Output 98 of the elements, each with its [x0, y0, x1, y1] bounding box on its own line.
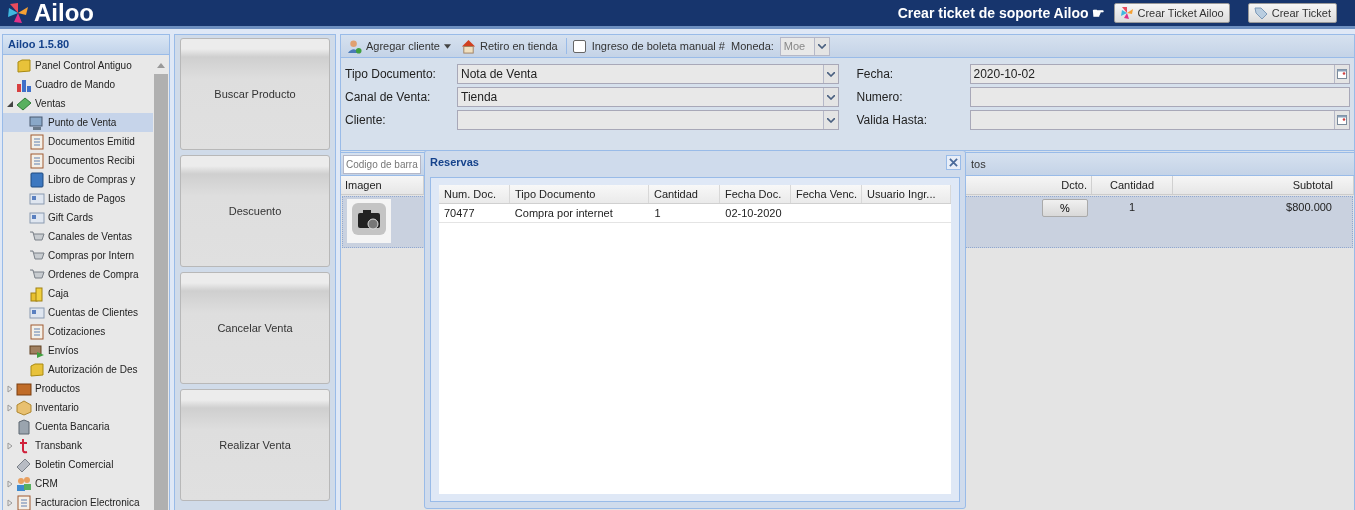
person-add-icon — [347, 38, 362, 54]
calendar-icon[interactable] — [1337, 115, 1347, 125]
sidebar-item[interactable]: CRM — [3, 474, 153, 493]
sidebar-item[interactable]: Listado de Pagos — [3, 189, 153, 208]
sidebar-item[interactable]: Productos — [3, 379, 153, 398]
sidebar-item[interactable]: Cuenta Bancaria — [3, 417, 153, 436]
sidebar-item[interactable]: Autorización de Des — [3, 360, 153, 379]
sidebar-item[interactable]: Ordenes de Compra — [3, 265, 153, 284]
card-icon — [29, 190, 45, 207]
table-row[interactable]: 70477 Compra por internet 1 02-10-2020 — [439, 204, 951, 223]
sidebar-item[interactable]: Documentos Emitid — [3, 132, 153, 151]
tag-icon — [1253, 6, 1268, 20]
column-header[interactable]: Fecha Venc. — [791, 185, 863, 203]
field-label: Tipo Documento: — [345, 67, 437, 81]
field-label: Valida Hasta: — [856, 113, 928, 127]
sidebar-item[interactable]: Caja — [3, 284, 153, 303]
table-cell-text: 70477 — [443, 206, 476, 221]
sidebar-item[interactable]: Boletin Comercial — [3, 455, 153, 474]
date-field[interactable] — [969, 110, 1350, 130]
column-header[interactable]: Subtotal — [1173, 176, 1354, 194]
book-icon — [29, 171, 45, 188]
sidebar-item[interactable]: Gift Cards — [3, 208, 153, 227]
sidebar-item[interactable]: Inventario — [3, 398, 153, 417]
sidebar-item[interactable]: Cotizaciones — [3, 322, 153, 341]
package-icon — [16, 399, 32, 416]
expander-icon[interactable] — [6, 99, 14, 108]
field-label: Numero: — [856, 90, 904, 104]
checkbox[interactable] — [572, 39, 586, 53]
table-cell-text: 1 — [1127, 200, 1137, 215]
barcode-field[interactable]: Codigo de barra — [343, 154, 421, 174]
sidebar-item[interactable]: Documentos Recibi — [3, 151, 153, 170]
table-cell-text: 1 — [653, 206, 662, 221]
currency-label: Moneda: — [731, 40, 774, 52]
house-icon — [461, 38, 476, 54]
column-header[interactable]: Fecha Doc. — [719, 185, 791, 203]
field-label: Fecha: — [856, 67, 895, 81]
pickup-button[interactable]: Retiro en tienda — [459, 38, 560, 54]
column-header[interactable]: Cantidad — [648, 185, 720, 203]
ticket-button[interactable]: Crear Ticket — [1247, 3, 1337, 23]
checkbox-label: Ingreso de boleta manual # — [591, 40, 725, 52]
sidebar-item[interactable]: Panel Control Antiguo — [3, 56, 153, 75]
doc-icon — [29, 133, 45, 150]
scroll-up-icon[interactable] — [157, 62, 165, 68]
date-field[interactable]: 2020-10-02 — [969, 64, 1350, 84]
sidebar-item[interactable]: Ventas — [3, 94, 153, 113]
tag-icon — [16, 456, 32, 473]
combo-field[interactable]: Nota de Venta — [457, 64, 839, 84]
logo-text: Ailoo — [34, 0, 94, 26]
card-icon — [29, 209, 45, 226]
coins-icon — [29, 285, 45, 302]
column-header[interactable]: Usuario Ingr... — [862, 185, 951, 203]
field-label: Canal de Venta: — [345, 90, 432, 104]
field-label: Cliente: — [345, 113, 387, 127]
folder-icon — [29, 361, 45, 378]
action-button[interactable]: Realizar Venta — [180, 389, 330, 501]
logo-icon — [6, 1, 30, 25]
camera-icon — [347, 199, 391, 243]
calendar-icon[interactable] — [1337, 69, 1347, 79]
toolbar-text: tos — [971, 158, 986, 170]
sidebar-item[interactable]: Punto de Venta — [3, 113, 153, 132]
box-icon — [16, 380, 32, 397]
sidebar-item[interactable]: Libro de Compras y — [3, 170, 153, 189]
sidebar-item[interactable]: Cuentas de Clientes — [3, 303, 153, 322]
sidebar-item[interactable]: Cuadro de Mando — [3, 75, 153, 94]
support-text: Crear ticket de soporte Ailoo ☛ — [897, 5, 1106, 21]
card-icon — [29, 304, 45, 321]
action-button[interactable]: Cancelar Venta — [180, 272, 330, 384]
doc-icon — [29, 152, 45, 169]
table-cell-text: 02-10-2020 — [724, 206, 783, 221]
truck-icon — [29, 342, 45, 359]
action-button[interactable]: Buscar Producto — [180, 38, 330, 150]
column-header[interactable]: Cantidad — [1092, 176, 1173, 194]
sidebar-item[interactable]: Facturacion Electronica — [3, 493, 153, 510]
doc-icon — [29, 323, 45, 340]
discount-button[interactable]: % — [1042, 199, 1088, 217]
column-header[interactable]: Tipo Documento — [510, 185, 649, 203]
monitor-icon — [29, 114, 45, 131]
combo-field[interactable] — [457, 110, 839, 130]
combo-field[interactable]: Tienda — [457, 87, 839, 107]
column-header[interactable]: Num. Doc. — [439, 185, 511, 203]
sidebar-item[interactable]: Envíos — [3, 341, 153, 360]
action-button[interactable]: Descuento — [180, 155, 330, 267]
table-cell-text: $800.000 — [1285, 200, 1333, 215]
table-cell-text: Compra por internet — [513, 206, 614, 221]
dialog-title: Reservas — [430, 156, 479, 168]
people-icon — [16, 475, 32, 492]
caret-icon — [444, 43, 451, 49]
close-button[interactable] — [946, 154, 961, 170]
logo-icon — [1119, 6, 1134, 20]
input-field[interactable] — [969, 87, 1350, 107]
sidebar-title: Ailoo 1.5.80 — [3, 35, 169, 55]
folder-icon — [16, 57, 32, 74]
money-icon — [16, 95, 32, 112]
sidebar-item[interactable]: Compras por Intern — [3, 246, 153, 265]
ticket-button[interactable]: Crear Ticket Ailoo — [1113, 3, 1230, 23]
sidebar-item[interactable]: Transbank — [3, 436, 153, 455]
sidebar-item[interactable]: Canales de Ventas — [3, 227, 153, 246]
add-client-button[interactable]: Agregar cliente — [345, 38, 453, 54]
